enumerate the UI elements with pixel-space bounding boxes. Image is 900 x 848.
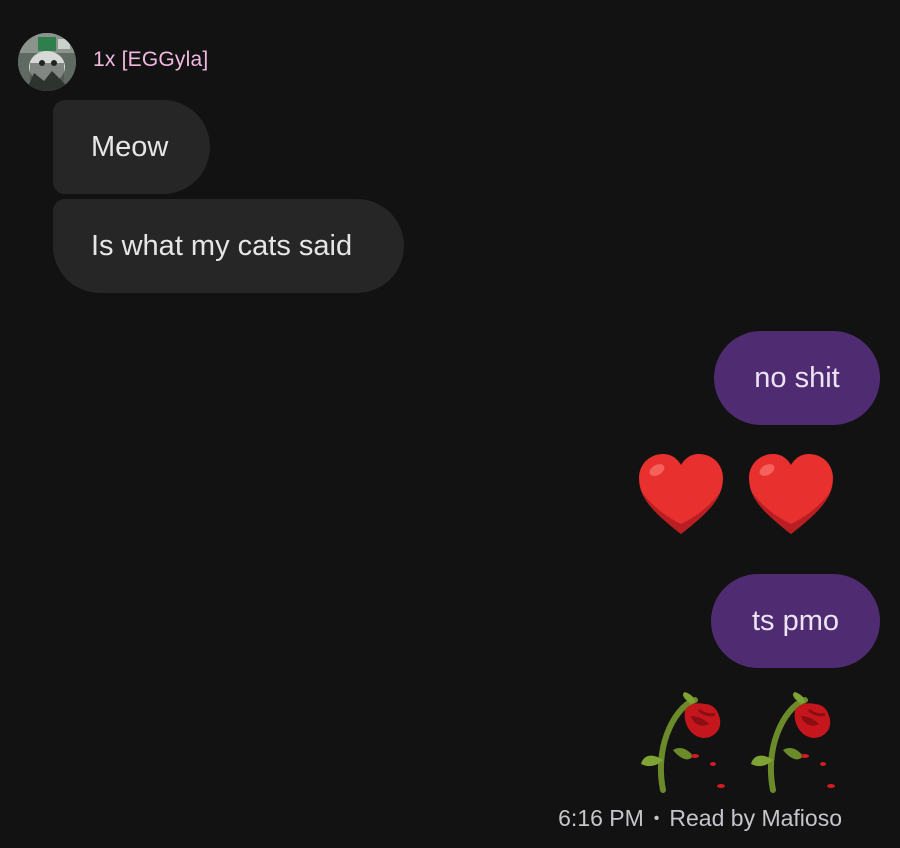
message-text: Meow [91, 130, 169, 163]
read-receipt: Read by Mafioso [669, 805, 842, 831]
message-status: 6:16 PM • Read by Mafioso [558, 805, 842, 832]
incoming-message-bubble[interactable]: Is what my cats said [53, 199, 404, 293]
message-text: no shit [754, 361, 840, 394]
red-heart-icon[interactable] [743, 448, 839, 544]
sender-avatar[interactable] [18, 33, 76, 91]
contact-avatar-photo-icon [18, 33, 76, 91]
status-separator: • [653, 809, 660, 827]
sender-name: 1x [EGGyla] [93, 48, 209, 71]
message-text: ts pmo [751, 604, 840, 637]
wilted-rose-icon[interactable] [743, 690, 839, 794]
incoming-message-bubble[interactable]: Meow [53, 100, 210, 194]
message-timestamp: 6:16 PM [558, 805, 644, 831]
red-heart-icon[interactable] [633, 448, 729, 544]
outgoing-message-bubble[interactable]: ts pmo [711, 574, 880, 668]
outgoing-message-bubble[interactable]: no shit [714, 331, 880, 425]
wilted-rose-icon[interactable] [633, 690, 729, 794]
message-text: Is what my cats said [91, 229, 353, 262]
